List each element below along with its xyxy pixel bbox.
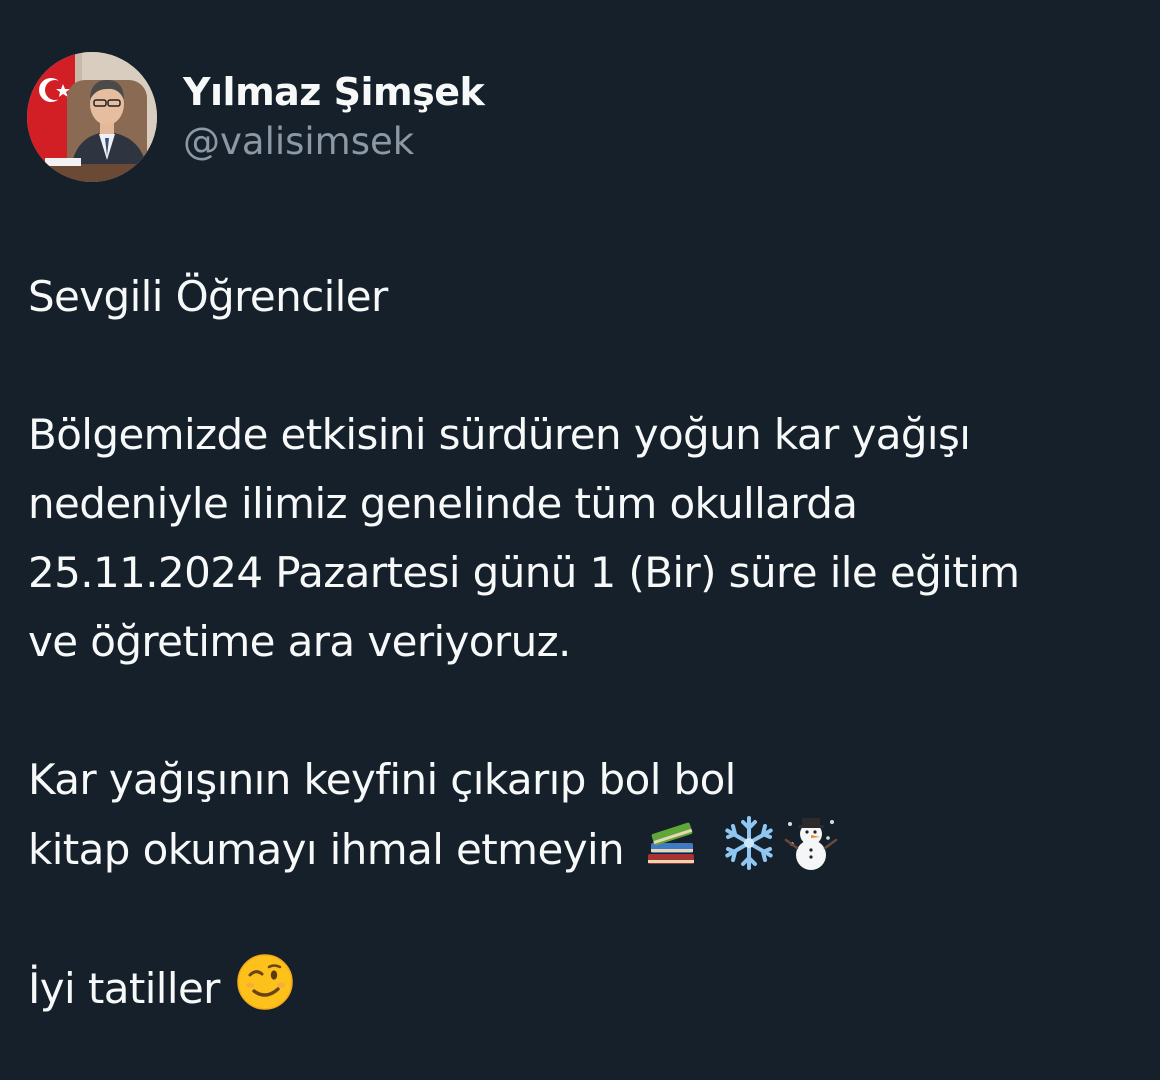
author-display-name[interactable]: Yılmaz Şimşek — [183, 68, 485, 116]
tweet-line: Bölgemizde etkisini sürdüren yoğun kar y… — [28, 410, 971, 459]
tweet-line: nedeniyle ilimiz genelinde tüm okullarda — [28, 479, 858, 528]
tweet-text: Sevgili Öğrenciler Bölgemizde etkisini s… — [28, 262, 1138, 1023]
winking-face-emoji-icon — [236, 953, 294, 1011]
author-handle[interactable]: @valisimsek — [183, 118, 484, 166]
profile-photo-icon — [27, 52, 157, 182]
books-emoji-icon — [642, 814, 700, 872]
tweet-greeting: Sevgili Öğrenciler — [28, 272, 388, 321]
tweet-closing: İyi tatiller — [28, 964, 220, 1013]
tweet-header: Yılmaz Şimşek @valisimsek — [27, 52, 485, 182]
tweet-wish-line-2: kitap okumayı ihmal etmeyin — [28, 814, 1138, 884]
avatar[interactable] — [27, 52, 157, 182]
tweet-line: 25.11.2024 Pazartesi günü 1 (Bir) süre i… — [28, 548, 1020, 597]
tweet-card: Yılmaz Şimşek @valisimsek Sevgili Öğrenc… — [0, 0, 1160, 1080]
tweet-line: ve öğretime ara veriyoruz. — [28, 617, 571, 666]
snowflake-emoji-icon — [720, 814, 778, 872]
author-names: Yılmaz Şimşek @valisimsek — [183, 68, 485, 166]
tweet-closing-line: İyi tatiller — [28, 953, 1138, 1023]
snowman-emoji-icon — [782, 814, 840, 872]
tweet-wish-line: Kar yağışının keyfini çıkarıp bol bol — [28, 755, 736, 804]
tweet-wish-text: kitap okumayı ihmal etmeyin — [28, 825, 625, 874]
